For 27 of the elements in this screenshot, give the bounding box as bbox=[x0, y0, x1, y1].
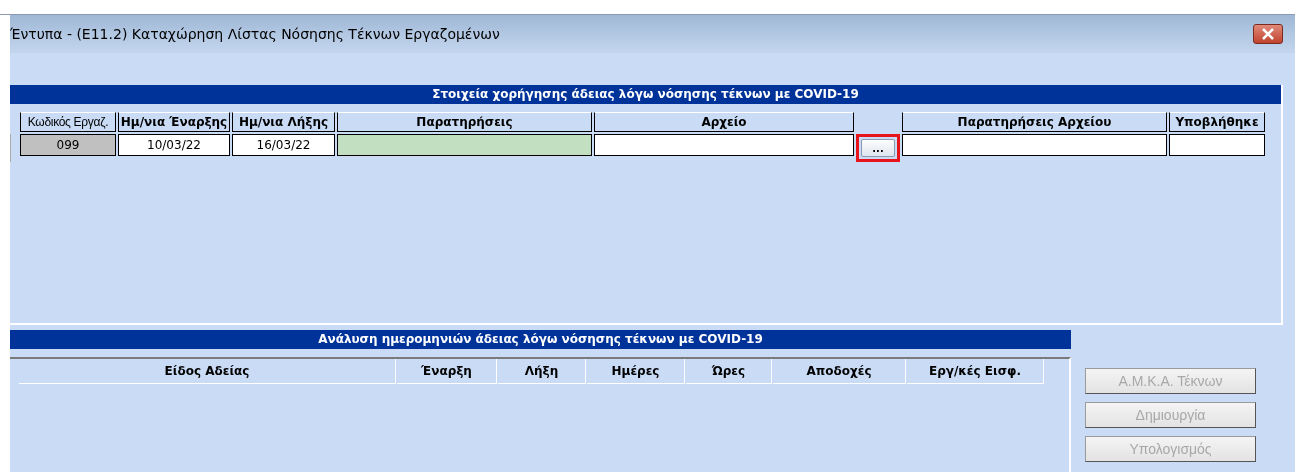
column-header: Έναρξη bbox=[397, 359, 497, 384]
window-title: Έντυπα - (Ε11.2) Καταχώρηση Λίστας Νόσησης Τέκνων Εργαζομένων bbox=[10, 26, 500, 42]
close-button[interactable] bbox=[1253, 24, 1283, 44]
table-cell[interactable] bbox=[594, 134, 854, 156]
column-header: Αποδοχές bbox=[773, 359, 906, 384]
column-header: Παρατηρήσεις Αρχείου bbox=[902, 112, 1167, 132]
column-header: Ημέρες bbox=[587, 359, 685, 384]
browse-button[interactable]: ... bbox=[861, 139, 895, 157]
column-header: Λήξη bbox=[498, 359, 586, 384]
table-cell[interactable]: 10/03/22 bbox=[118, 134, 230, 156]
column-header: Υποβλήθηκε bbox=[1169, 112, 1265, 132]
section-header: Ανάλυση ημερομηνιών άδειας λόγω νόσησης τέκνων με COVID-19 bbox=[10, 330, 1071, 349]
table-cell: 099 bbox=[20, 134, 116, 156]
table-cell[interactable] bbox=[1169, 134, 1265, 156]
column-header: Είδος Αδείας bbox=[19, 359, 396, 384]
column-header: Αρχείο bbox=[594, 112, 854, 132]
table-cell[interactable]: 16/03/22 bbox=[232, 134, 335, 156]
table-cell[interactable] bbox=[902, 134, 1167, 156]
close-icon bbox=[1261, 28, 1275, 40]
section-header: Στοιχεία χορήγησης άδειας λόγω νόσησης τέκνων με COVID-19 bbox=[10, 85, 1281, 104]
column-header: Κωδικός Εργαζ. bbox=[20, 112, 116, 132]
table-cell[interactable] bbox=[337, 134, 592, 156]
column-header: Ημ/νια Έναρξης bbox=[118, 112, 230, 132]
column-header: Ώρες bbox=[686, 359, 772, 384]
column-header: Εργ/κές Εισφ. bbox=[907, 359, 1044, 384]
column-header: Παρατηρήσεις bbox=[337, 112, 592, 132]
column-header: Ημ/νια Λήξης bbox=[232, 112, 335, 132]
